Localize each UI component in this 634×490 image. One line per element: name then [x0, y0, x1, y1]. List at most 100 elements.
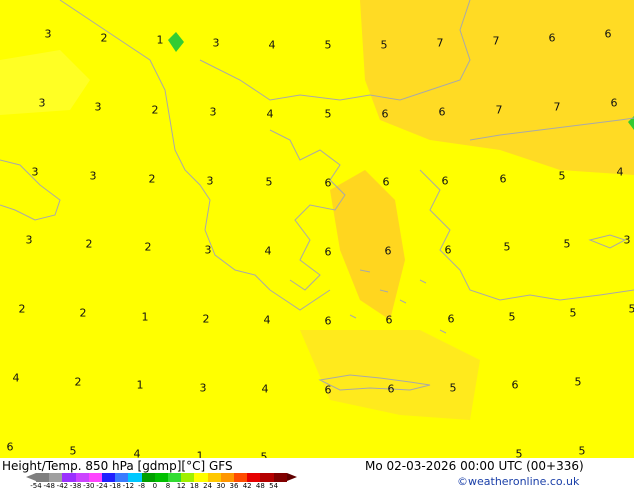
scale-swatch [234, 473, 248, 482]
scale-tick-label: -38 [69, 482, 82, 490]
contour-label: 5 [324, 38, 332, 52]
warm-zone-northeast [360, 0, 634, 175]
contour-label: 2 [148, 172, 156, 186]
contour-label: 5 [449, 381, 457, 395]
contour-label: 7 [495, 103, 503, 117]
scale-tick-label: 12 [176, 482, 186, 490]
map-background [0, 0, 634, 420]
credit-link[interactable]: ©weatheronline.co.uk [457, 475, 579, 488]
contour-label: 6 [324, 176, 332, 190]
contour-label: 5 [563, 237, 571, 251]
contour-label: 6 [438, 105, 446, 119]
green-spot [168, 32, 184, 52]
scale-swatch [207, 473, 221, 482]
scale-tick-label: 8 [165, 482, 171, 490]
contour-label: 5 [503, 240, 511, 254]
scale-swatch [62, 473, 76, 482]
contour-label: 5 [578, 444, 586, 458]
contour-label: 2 [151, 103, 159, 117]
contour-label: 4 [263, 313, 271, 327]
scale-swatch [128, 473, 142, 482]
contour-label: 5 [324, 107, 332, 121]
contour-label: 7 [492, 34, 500, 48]
contour-label: 5 [628, 302, 634, 316]
scale-swatch [194, 473, 208, 482]
contour-label: 1 [141, 310, 149, 324]
coast-adriatic-east [59, 0, 331, 311]
contour-label: 3 [204, 243, 212, 257]
contour-label: 4 [264, 244, 272, 258]
contour-label: 4 [266, 107, 274, 121]
contour-label: 3 [623, 233, 631, 247]
scale-tick-label: -42 [56, 482, 69, 490]
scale-tick-label: -8 [138, 482, 146, 490]
warm-zone-south [300, 330, 480, 420]
contour-label: 4 [261, 382, 269, 396]
contour-label: 2 [74, 375, 82, 389]
contour-label: 6 [324, 383, 332, 397]
scale-tick-label: 36 [229, 482, 239, 490]
contour-label: 6 [604, 27, 612, 41]
cyprus [588, 234, 627, 249]
scale-swatch [36, 473, 50, 482]
scale-swatch [260, 473, 274, 482]
contour-label: 3 [44, 27, 52, 41]
scale-tick-label: 30 [216, 482, 226, 490]
contour-label: 5 [515, 447, 523, 459]
scale-tick-label: 18 [189, 482, 199, 490]
scale-tick-label: -48 [43, 482, 55, 490]
contour-label: 3 [94, 100, 102, 114]
coast-greece [269, 129, 346, 291]
contour-label: 6 [444, 243, 452, 257]
contour-label: 4 [133, 447, 141, 459]
scale-arrow-right [286, 473, 297, 481]
scale-swatch [168, 473, 182, 482]
contour-label: 2 [18, 302, 26, 316]
scale-tick-label: 24 [203, 482, 213, 490]
contour-label: 6 [499, 172, 507, 186]
coast-italy-heel [0, 159, 61, 221]
scale-tick-label: 48 [255, 482, 265, 490]
scale-tick-label: -18 [109, 482, 121, 490]
scale-swatch [247, 473, 261, 482]
contour-label: 3 [31, 165, 39, 179]
scale-swatch [88, 473, 102, 482]
scale-swatch [141, 473, 155, 482]
contour-label: 3 [38, 96, 46, 110]
scale-swatch [115, 473, 129, 482]
scale-tick-label: -12 [122, 482, 135, 490]
scale-tick-label: -54 [30, 482, 42, 490]
contour-label: 6 [447, 312, 455, 326]
scale-tick-label: 42 [242, 482, 252, 490]
scale-tick-label: -24 [96, 482, 108, 490]
contour-label: 1 [156, 33, 164, 47]
contour-label: 5 [69, 444, 77, 458]
contour-label: 6 [324, 245, 332, 259]
contour-label: 3 [206, 174, 214, 188]
scale-swatch [75, 473, 89, 482]
contour-label: 5 [558, 169, 566, 183]
contour-label: 7 [436, 36, 444, 50]
contour-label: 6 [382, 175, 390, 189]
contour-label: 2 [144, 240, 152, 254]
contour-label: 5 [380, 38, 388, 52]
warm-zone-aegean [330, 170, 405, 320]
map-footer: Height/Temp. 850 hPa [gdmp][°C] GFS Mo 0… [0, 458, 634, 490]
contour-label: 7 [553, 100, 561, 114]
contour-label: 5 [508, 310, 516, 324]
contour-label: 6 [511, 378, 519, 392]
scale-tick-label: -30 [83, 482, 95, 490]
coast-turkey [419, 169, 634, 301]
contour-label: 6 [387, 382, 395, 396]
scale-swatch [49, 473, 63, 482]
map-title: Height/Temp. 850 hPa [gdmp][°C] GFS [2, 459, 233, 473]
contour-label: 3 [89, 169, 97, 183]
contour-label: 6 [381, 107, 389, 121]
contour-label: 6 [6, 440, 14, 454]
scale-arrow-left [26, 473, 36, 481]
contour-label: 6 [385, 313, 393, 327]
contour-label: 4 [616, 165, 624, 179]
weather-map: 3 2 1 3 4 5 5 7 7 6 6 3 3 2 3 4 5 6 6 7 7 6 3 3 2 3 5 6 6 6 6 5 4 3 2 2 3 4 6 6… [0, 0, 634, 458]
contour-label: 2 [202, 312, 210, 326]
contour-label: 2 [85, 237, 93, 251]
